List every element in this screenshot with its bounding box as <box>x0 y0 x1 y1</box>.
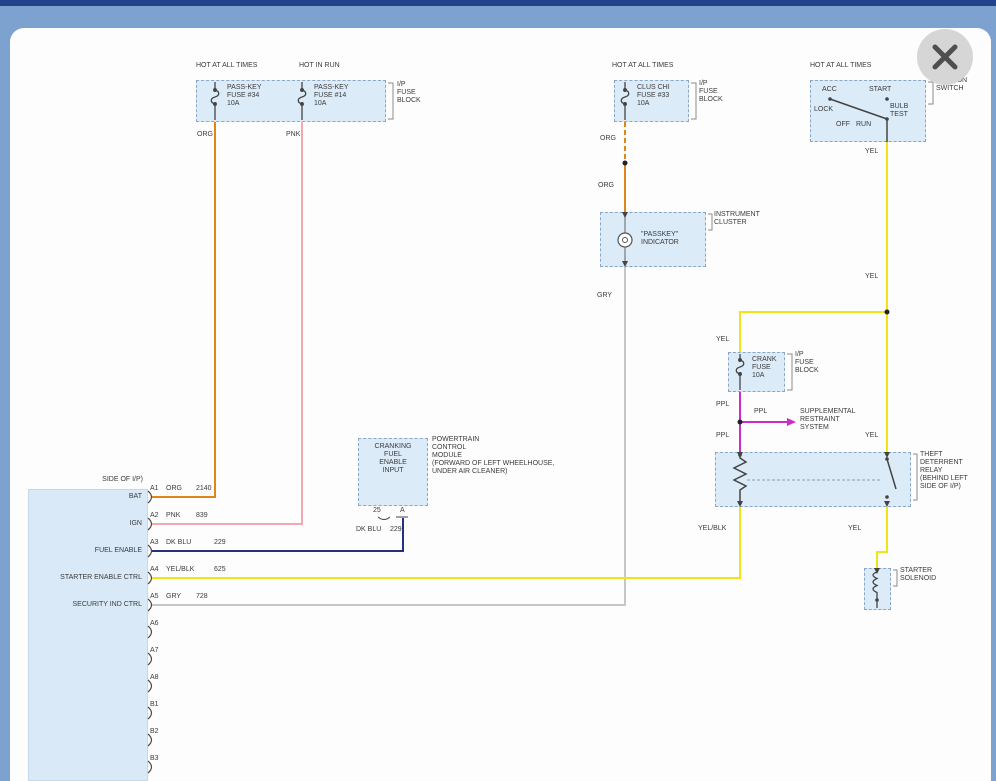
passkey-indicator-label: "PASSKEY" INDICATOR <box>641 231 679 247</box>
lock-position-label: LOCK <box>814 106 833 114</box>
pin-a4-wire: YEL/BLK <box>166 566 194 574</box>
fuse34-label: PASS-KEY FUSE #34 10A <box>227 84 262 108</box>
bulb-test-position-label: BULB TEST <box>890 103 908 119</box>
wiring-layer <box>0 0 996 781</box>
yel-mid-label: YEL <box>865 273 878 281</box>
pin-b3-id: B3 <box>150 755 159 763</box>
yel-branch-label: YEL <box>716 336 729 344</box>
yel-solenoid-label: YEL <box>848 525 861 533</box>
pin-a2-id: A2 <box>150 512 159 520</box>
org-upper-label: ORG <box>600 135 616 143</box>
yel-blk-wire <box>152 507 740 578</box>
fuse14-label: PASS-KEY FUSE #14 10A <box>314 84 349 108</box>
dk-blu-wire-label: DK BLU <box>356 526 381 534</box>
ppl-wire <box>738 392 797 452</box>
hot-at-all-times-right-label: HOT AT ALL TIMES <box>810 62 871 70</box>
ip-fuse-block-left-label: I/P FUSE BLOCK <box>397 81 421 105</box>
srs-label: SUPPLEMENTAL RESTRAINT SYSTEM <box>800 408 856 432</box>
pnk-wire <box>152 122 302 524</box>
pin-a4-signal: STARTER ENABLE CTRL <box>30 574 142 582</box>
pin-a1-wire: ORG <box>166 485 182 493</box>
hot-in-run-label: HOT IN RUN <box>299 62 340 70</box>
solenoid-symbol <box>873 568 880 608</box>
pin-a3-signal: FUEL ENABLE <box>30 547 142 555</box>
pin-a5-signal: SECURITY IND CTRL <box>30 601 142 609</box>
yel-upper-label: YEL <box>865 148 878 156</box>
close-icon <box>917 29 973 85</box>
pin-a8-id: A8 <box>150 674 159 682</box>
relay-symbol <box>734 452 896 507</box>
starter-solenoid-label: STARTER SOLENOID <box>900 567 936 583</box>
ip-fuse-block-mid-label: I/P FUSE BLOCK <box>699 80 723 104</box>
acc-position-label: ACC <box>822 86 837 94</box>
dk-blu-circuit-label: 229 <box>390 526 402 534</box>
ip-fuse-block-crank-label: I/P FUSE BLOCK <box>795 351 819 375</box>
passkey-indicator-lamp <box>618 212 632 267</box>
pcm-callout-label: POWERTRAIN CONTROL MODULE (FORWARD OF LE… <box>432 436 554 476</box>
pin-b1-id: B1 <box>150 701 159 709</box>
ppl-arrow-label: PPL <box>754 408 767 416</box>
ppl-upper-label: PPL <box>716 401 729 409</box>
pin-a5-wire: GRY <box>166 593 181 601</box>
ppl-lower-label: PPL <box>716 432 729 440</box>
pin-a6-id: A6 <box>150 620 159 628</box>
pcm-pin25-label: 25 <box>373 507 381 515</box>
pin-a5-circuit: 728 <box>196 593 208 601</box>
cranking-fuel-enable-label: CRANKING FUEL ENABLE INPUT <box>358 443 428 475</box>
crank-fuse-label: CRANK FUSE 10A <box>752 356 777 380</box>
org-wire-label: ORG <box>197 131 213 139</box>
start-position-label: START <box>869 86 891 94</box>
ignition-switch-symbol <box>828 97 889 142</box>
org-lower-label: ORG <box>598 182 614 190</box>
connector-title: SIDE OF I/P) <box>30 476 143 484</box>
yel-lower-label: YEL <box>865 432 878 440</box>
pnk-wire-label: PNK <box>286 131 300 139</box>
pin-a1-circuit: 2140 <box>196 485 212 493</box>
pin-b2-id: B2 <box>150 728 159 736</box>
theft-deterrent-relay-label: THEFT DETERRENT RELAY (BEHIND LEFT SIDE … <box>920 451 968 491</box>
pin-a3-wire: DK BLU <box>166 539 191 547</box>
org-cluster-wire <box>623 122 628 212</box>
hot-at-all-times-mid-label: HOT AT ALL TIMES <box>612 62 673 70</box>
callout-brackets <box>388 82 933 586</box>
pin-a1-id: A1 <box>150 485 159 493</box>
pin-a4-id: A4 <box>150 566 159 574</box>
app-window: HOT AT ALL TIMES HOT IN RUN PASS-KEY FUS… <box>0 0 996 781</box>
instrument-cluster-label: INSTRUMENT CLUSTER <box>714 211 760 227</box>
yel-blk-wire-label: YEL/BLK <box>698 525 726 533</box>
hot-at-all-times-left-label: HOT AT ALL TIMES <box>196 62 257 70</box>
pin-a3-id: A3 <box>150 539 159 547</box>
pin-a7-id: A7 <box>150 647 159 655</box>
pin-a1-signal: BAT <box>30 493 142 501</box>
pin-a2-circuit: 839 <box>196 512 208 520</box>
run-position-label: RUN <box>856 121 871 129</box>
pin-a3-circuit: 229 <box>214 539 226 547</box>
close-button[interactable] <box>917 29 973 85</box>
pin-a2-signal: IGN <box>30 520 142 528</box>
pin-a5-id: A5 <box>150 593 159 601</box>
pcm-pinA-label: A <box>400 507 405 515</box>
org-wire <box>152 122 215 497</box>
gry-wire-label: GRY <box>597 292 612 300</box>
fuse33-label: CLUS CHI FUSE #33 10A <box>637 84 670 108</box>
pin-a4-circuit: 625 <box>214 566 226 574</box>
pin-a2-wire: PNK <box>166 512 180 520</box>
off-position-label: OFF <box>836 121 850 129</box>
